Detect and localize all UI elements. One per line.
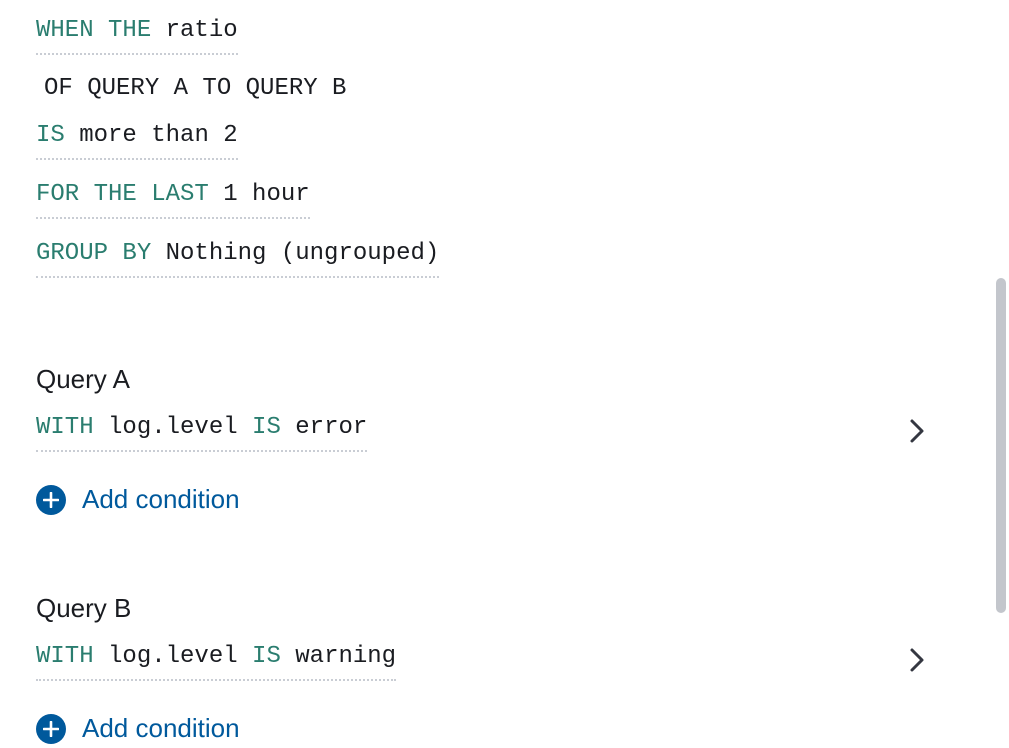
query-b-with-keyword: WITH: [36, 643, 94, 670]
is-row[interactable]: IS more than 2: [36, 113, 238, 160]
plus-circle-icon: [36, 485, 66, 515]
query-a-condition-row[interactable]: WITH log.level IS error: [36, 405, 367, 452]
query-a-value: error: [295, 414, 367, 441]
is-value: more than 2: [79, 122, 237, 149]
query-a-is-keyword: IS: [252, 414, 281, 441]
for-value: 1 hour: [223, 181, 309, 208]
when-the-row[interactable]: WHEN THE ratio: [36, 8, 238, 55]
query-a-with-keyword: WITH: [36, 414, 94, 441]
when-value-text: ratio: [166, 17, 238, 44]
query-b-title: Query B: [36, 589, 973, 628]
query-a-title: Query A: [36, 360, 973, 399]
for-the-last-row[interactable]: FOR THE LAST 1 hour: [36, 172, 310, 219]
query-b-condition-row[interactable]: WITH log.level IS warning: [36, 634, 396, 681]
when-keyword: WHEN THE: [36, 17, 151, 44]
query-b-section: Query B WITH log.level IS warning Add co…: [36, 589, 973, 748]
is-keyword: IS: [36, 122, 65, 149]
query-b-value: warning: [295, 643, 396, 670]
group-by-row[interactable]: GROUP BY Nothing (ungrouped): [36, 231, 439, 278]
query-a-section: Query A WITH log.level IS error Add cond…: [36, 360, 973, 519]
of-query-line: OF QUERY A TO QUERY B: [36, 67, 973, 113]
query-a-field: log.level: [108, 414, 238, 441]
query-b-is-keyword: IS: [252, 643, 281, 670]
for-keyword: FOR THE LAST: [36, 181, 209, 208]
query-a-add-condition-label: Add condition: [82, 480, 240, 519]
group-value: Nothing (ungrouped): [166, 240, 440, 267]
query-b-field: log.level: [108, 643, 238, 670]
query-a-add-condition-button[interactable]: Add condition: [36, 480, 240, 519]
chevron-right-icon[interactable]: [909, 642, 925, 678]
group-keyword: GROUP BY: [36, 240, 151, 267]
chevron-right-icon[interactable]: [909, 413, 925, 449]
scrollbar[interactable]: [996, 278, 1006, 613]
